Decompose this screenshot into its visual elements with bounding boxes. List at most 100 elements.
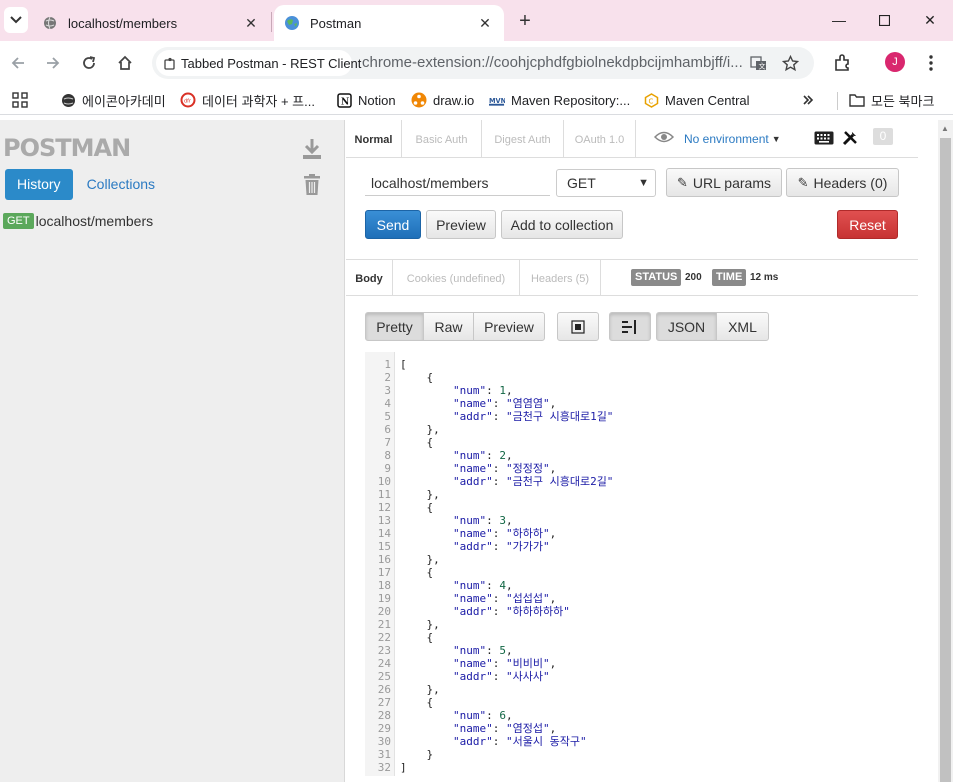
json-format-button[interactable]: JSON: [656, 312, 717, 341]
svg-text:N: N: [341, 97, 349, 107]
tab-digest-auth[interactable]: Digest Auth: [482, 120, 564, 158]
send-button[interactable]: Send: [365, 210, 421, 239]
line-number: 6: [384, 423, 391, 436]
new-tab-button[interactable]: +: [512, 8, 538, 34]
page-scrollbar[interactable]: ▲: [938, 120, 953, 782]
fullscreen-icon[interactable]: [557, 312, 599, 341]
home-icon[interactable]: [113, 51, 137, 75]
tab-basic-auth[interactable]: Basic Auth: [402, 120, 482, 158]
line-number: 25: [377, 670, 391, 683]
tab-search-button[interactable]: [4, 7, 28, 33]
code-line: "addr": "서울시 동작구": [452, 735, 587, 748]
download-icon[interactable]: [301, 138, 323, 160]
add-to-collection-button[interactable]: Add to collection: [501, 210, 623, 239]
globe-icon: [60, 92, 76, 108]
code-line: },: [400, 683, 440, 696]
back-arrow-icon[interactable]: [6, 51, 30, 75]
apps-grid-icon[interactable]: [12, 90, 28, 110]
raw-view-button[interactable]: Raw: [423, 312, 474, 341]
close-tab-icon[interactable]: ✕: [242, 14, 260, 32]
line-number: 1: [384, 358, 391, 371]
headers-button[interactable]: ✎ Headers (0): [786, 168, 899, 197]
site-info-chip[interactable]: Tabbed Postman - REST Client: [156, 50, 361, 76]
line-number: 9: [384, 462, 391, 475]
tab-body[interactable]: Body: [346, 260, 393, 296]
code-line: "num": 6,: [452, 709, 513, 722]
sidebar-tabs: History Collections: [5, 169, 169, 200]
url-params-button[interactable]: ✎ URL params: [666, 168, 782, 197]
code-line: [: [400, 358, 407, 371]
tab-normal[interactable]: Normal: [346, 120, 402, 158]
environment-selector[interactable]: No environment ▼: [653, 131, 781, 146]
svg-text:MVN: MVN: [489, 97, 505, 105]
reset-button[interactable]: Reset: [837, 210, 898, 239]
keyboard-icon[interactable]: [814, 128, 834, 148]
line-number: 26: [377, 683, 391, 696]
line-number: 28: [377, 709, 391, 722]
code-line: ]: [400, 761, 407, 774]
wrap-lines-icon[interactable]: [609, 312, 651, 341]
request-url-input[interactable]: [365, 170, 550, 196]
browser-tab-postman[interactable]: Postman ✕: [274, 5, 504, 41]
browser-tab-localhost[interactable]: localhost/members ✕: [32, 5, 270, 41]
bookmark-item[interactable]: MVN Maven Repository:...: [489, 90, 630, 110]
profile-avatar[interactable]: J: [885, 52, 905, 72]
maximize-icon[interactable]: [873, 10, 895, 30]
notion-icon: N: [336, 92, 352, 108]
scroll-thumb[interactable]: [940, 138, 951, 782]
line-number: 4: [384, 397, 391, 410]
line-number: 15: [377, 540, 391, 553]
preview-view-button[interactable]: Preview: [473, 312, 545, 341]
xml-format-button[interactable]: XML: [716, 312, 769, 341]
notification-count[interactable]: 0: [873, 128, 893, 145]
bookmark-item[interactable]: draw.io: [411, 90, 474, 110]
settings-tools-icon[interactable]: [842, 128, 858, 148]
preview-request-button[interactable]: Preview: [426, 210, 496, 239]
line-number: 7: [384, 436, 391, 449]
line-number: 8: [384, 449, 391, 462]
response-body-editor[interactable]: 1 [2 {3 "num": 1, 4 "name": "염염염", 5 "addr"…: [365, 352, 918, 777]
translate-icon[interactable]: 文: [748, 53, 768, 73]
minimize-icon[interactable]: —: [828, 10, 850, 30]
all-bookmarks-folder[interactable]: 모든 북마크: [849, 90, 934, 110]
edit-icon: ✎: [797, 174, 809, 190]
pretty-view-button[interactable]: Pretty: [365, 312, 424, 341]
folder-icon: [849, 92, 865, 108]
line-number: 10: [377, 475, 391, 488]
caret-down-icon: ▼: [771, 133, 781, 144]
forward-arrow-icon[interactable]: [41, 51, 65, 75]
code-line: "name": "하하하",: [452, 527, 557, 540]
close-tab-icon[interactable]: ✕: [476, 14, 494, 32]
bookmark-item[interactable]: C Maven Central: [643, 90, 750, 110]
close-window-icon[interactable]: ✕: [919, 10, 941, 30]
bookmark-item[interactable]: dfr 데이터 과학자 + 프...: [180, 90, 315, 110]
red-ring-icon: dfr: [180, 92, 196, 108]
tab-oauth[interactable]: OAuth 1.0: [564, 120, 636, 158]
method-select[interactable]: GET ▼: [556, 169, 656, 197]
tab-headers[interactable]: Headers (5): [520, 260, 601, 296]
history-url: localhost/members: [35, 213, 154, 229]
history-item[interactable]: GET localhost/members: [3, 213, 153, 229]
bookmark-item[interactable]: N Notion: [336, 90, 396, 110]
tab-collections[interactable]: Collections: [73, 169, 169, 200]
response-tabs: Body Cookies (undefined) Headers (5) STA…: [346, 259, 918, 296]
bookmark-star-icon[interactable]: [780, 53, 800, 73]
postman-page: POSTMAN History Collections GET localhos…: [0, 116, 953, 782]
code-line: {: [400, 371, 434, 384]
trash-icon[interactable]: [301, 173, 323, 195]
code-line: {: [400, 631, 434, 644]
reload-icon[interactable]: [77, 51, 101, 75]
more-bookmarks-icon[interactable]: [802, 90, 814, 110]
tab-history[interactable]: History: [5, 169, 73, 200]
scroll-up-arrow-icon[interactable]: ▲: [941, 124, 949, 133]
address-bar[interactable]: Tabbed Postman - REST Client chrome-exte…: [152, 47, 814, 79]
bookmark-item[interactable]: 에이콘아카데미: [60, 90, 166, 110]
tab-cookies[interactable]: Cookies (undefined): [393, 260, 520, 296]
kebab-menu-icon[interactable]: [919, 51, 943, 75]
code-line: "name": "비비비",: [452, 657, 557, 670]
line-number: 3: [384, 384, 391, 397]
extensions-icon[interactable]: [830, 51, 854, 75]
method-badge: GET: [3, 213, 34, 229]
svg-text:文: 文: [758, 61, 765, 70]
code-line: },: [400, 423, 440, 436]
